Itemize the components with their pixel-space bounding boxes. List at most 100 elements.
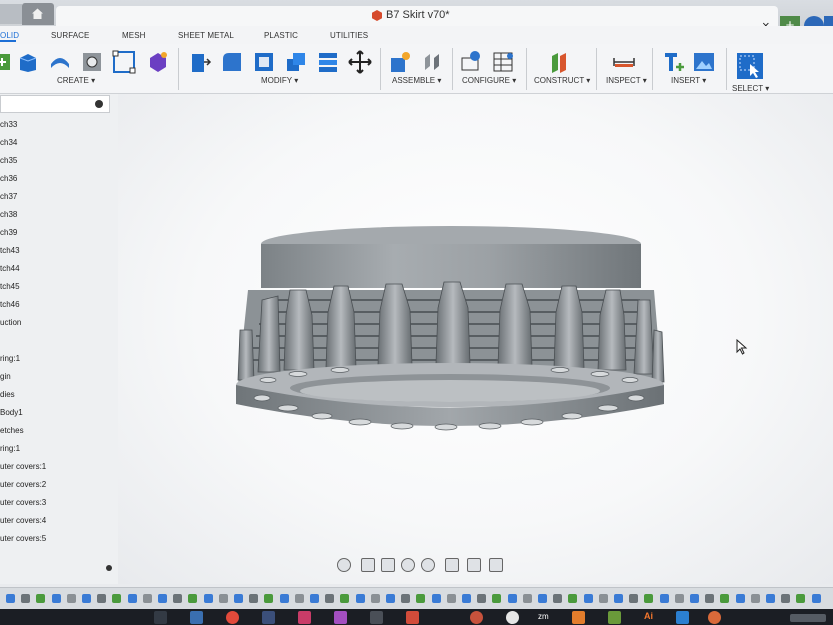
grid-icon[interactable] — [467, 558, 481, 572]
timeline-feature-icon[interactable] — [750, 594, 760, 603]
combine-icon[interactable] — [284, 50, 308, 74]
browser-item[interactable]: ch34 — [0, 138, 17, 147]
timeline-feature-icon[interactable] — [340, 594, 350, 603]
tab-solid[interactable]: OLID — [0, 31, 19, 40]
construct-menu[interactable]: CONSTRUCT ▾ — [534, 76, 590, 85]
timeline-feature-icon[interactable] — [583, 594, 593, 603]
timeline-feature-icon[interactable] — [158, 594, 167, 603]
timeline-feature-icon[interactable] — [370, 594, 380, 603]
timeline-feature-icon[interactable] — [690, 594, 699, 603]
browser-item[interactable]: uter covers:2 — [0, 480, 46, 489]
configure-table-icon[interactable] — [460, 50, 484, 74]
timeline-feature-icon[interactable] — [264, 594, 274, 603]
timeline-feature-icon[interactable] — [416, 594, 426, 603]
browser-item[interactable]: ring:1 — [0, 354, 20, 363]
zoom-app-icon[interactable]: zm — [538, 612, 549, 621]
browser-item[interactable]: uction — [0, 318, 21, 327]
taskbar-app-icon[interactable] — [608, 611, 621, 624]
timeline-feature-icon[interactable] — [21, 594, 31, 603]
assemble-menu[interactable]: ASSEMBLE ▾ — [392, 76, 441, 85]
browser-item[interactable]: tch43 — [0, 246, 20, 255]
viewports-icon[interactable] — [489, 558, 503, 572]
tab-mesh[interactable]: MESH — [122, 31, 146, 40]
timeline-feature-icon[interactable] — [477, 594, 487, 603]
document-tab[interactable]: B7 Skirt v70* — [56, 6, 778, 26]
timeline-feature-icon[interactable] — [538, 594, 547, 603]
taskbar-app-icon[interactable] — [708, 611, 721, 624]
timeline-feature-icon[interactable] — [325, 594, 335, 603]
timeline-feature-icon[interactable] — [173, 594, 183, 603]
insert-image-icon[interactable] — [692, 50, 716, 74]
taskbar-app-icon[interactable] — [506, 611, 519, 624]
timeline-feature-icon[interactable] — [522, 594, 532, 603]
timeline-feature-icon[interactable] — [51, 594, 61, 603]
taskbar-app-icon[interactable] — [470, 611, 483, 624]
chrome-icon[interactable] — [226, 611, 239, 624]
timeline-feature-icon[interactable] — [66, 594, 76, 603]
timeline-feature-icon[interactable] — [644, 594, 654, 603]
timeline-feature-icon[interactable] — [142, 594, 152, 603]
browser-item[interactable]: etches — [0, 426, 24, 435]
offset-plane-icon[interactable] — [548, 50, 572, 74]
taskbar-app-icon[interactable] — [676, 611, 689, 624]
browser-item[interactable]: tch44 — [0, 264, 20, 273]
timeline-feature-icon[interactable] — [781, 594, 791, 603]
timeline-feature-icon[interactable] — [249, 594, 259, 603]
tab-utilities[interactable]: UTILITIES — [330, 31, 368, 40]
timeline-feature-icon[interactable] — [811, 594, 821, 603]
shell-icon[interactable] — [252, 50, 276, 74]
select-icon[interactable] — [736, 52, 764, 80]
create-form-icon[interactable] — [146, 50, 170, 74]
press-pull-icon[interactable] — [188, 50, 212, 74]
taskbar-app-icon[interactable] — [262, 611, 275, 624]
timeline-feature-icon[interactable] — [6, 594, 15, 603]
browser-item[interactable]: ch37 — [0, 192, 17, 201]
configure-menu[interactable]: CONFIGURE ▾ — [462, 76, 516, 85]
tab-surface[interactable]: SURFACE — [51, 31, 90, 40]
extrude-icon[interactable] — [16, 50, 40, 74]
pan-icon[interactable] — [381, 558, 395, 572]
timeline-feature-icon[interactable] — [97, 594, 107, 603]
taskbar-app-icon[interactable] — [190, 611, 203, 624]
taskbar-app-icon[interactable] — [154, 611, 167, 624]
browser-item[interactable]: ch33 — [0, 120, 17, 129]
home-tab[interactable] — [22, 3, 54, 25]
browser-item[interactable]: ch36 — [0, 174, 17, 183]
select-menu[interactable]: SELECT ▾ — [732, 84, 769, 93]
timeline-feature-icon[interactable] — [294, 594, 304, 603]
timeline-feature-icon[interactable] — [614, 594, 623, 603]
zoom-window-icon[interactable] — [421, 558, 435, 572]
browser-item[interactable]: uter covers:4 — [0, 516, 46, 525]
timeline-feature-icon[interactable] — [659, 594, 669, 603]
look-at-icon[interactable] — [361, 558, 375, 572]
revolve-icon[interactable] — [48, 50, 72, 74]
timeline-feature-icon[interactable] — [553, 594, 563, 603]
timeline-feature-icon[interactable] — [431, 594, 441, 603]
canvas-viewport[interactable] — [118, 94, 833, 584]
insert-text-icon[interactable] — [662, 50, 686, 74]
tab-plastic[interactable]: PLASTIC — [264, 31, 298, 40]
browser-item[interactable]: ch38 — [0, 210, 17, 219]
browser-item[interactable]: uter covers:3 — [0, 498, 46, 507]
timeline-feature-icon[interactable] — [355, 594, 365, 603]
taskbar-app-icon[interactable] — [298, 611, 311, 624]
joint-icon[interactable] — [420, 50, 444, 74]
browser-item[interactable]: ch35 — [0, 156, 17, 165]
browser-pin-icon[interactable] — [95, 100, 103, 108]
timeline-feature-icon[interactable] — [462, 594, 471, 603]
timeline-feature-icon[interactable] — [705, 594, 715, 603]
hole-icon[interactable] — [80, 50, 104, 74]
inspect-menu[interactable]: INSPECT ▾ — [606, 76, 647, 85]
tab-sheet-metal[interactable]: SHEET METAL — [178, 31, 234, 40]
fillet-icon[interactable] — [220, 50, 244, 74]
taskbar-app-icon[interactable] — [406, 611, 419, 624]
timeline-feature-icon[interactable] — [386, 594, 395, 603]
timeline-feature-icon[interactable] — [720, 594, 730, 603]
browser-item[interactable]: uter covers:1 — [0, 462, 46, 471]
new-sketch-icon[interactable] — [0, 50, 16, 74]
timeline-feature-icon[interactable] — [492, 594, 502, 603]
align-icon[interactable] — [316, 50, 340, 74]
browser-item[interactable]: tch46 — [0, 300, 20, 309]
browser-options-icon[interactable] — [106, 565, 112, 571]
prev-tab[interactable] — [0, 4, 22, 24]
